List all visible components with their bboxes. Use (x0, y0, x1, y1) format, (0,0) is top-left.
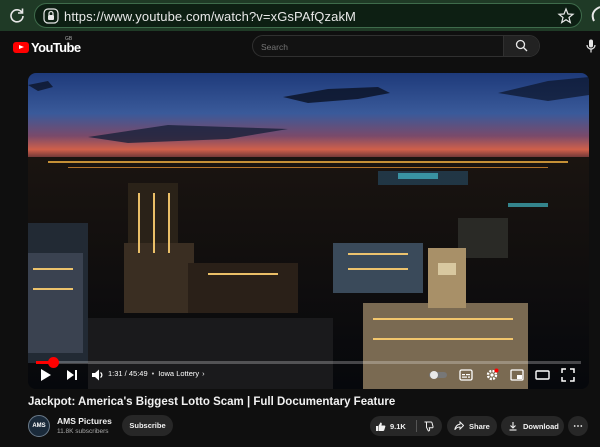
like-dislike-group: 9.1K (370, 416, 442, 436)
next-icon[interactable] (66, 367, 78, 383)
download-icon (509, 422, 517, 431)
subscribe-button[interactable]: Subscribe (122, 415, 173, 436)
progress-bar[interactable] (36, 357, 581, 368)
video-title: Jackpot: America's Biggest Lotto Scam | … (28, 396, 396, 408)
play-icon[interactable] (40, 367, 52, 383)
like-button[interactable]: 9.1K (370, 416, 416, 436)
time-display: 1:31 / 45:49 • Iowa Lottery › (108, 369, 205, 378)
download-button[interactable]: Download (501, 416, 564, 436)
share-button[interactable]: Share (447, 416, 497, 436)
theater-icon[interactable] (535, 367, 550, 383)
browser-toolbar: https://www.youtube.com/watch?v=xGsPAfQz… (0, 0, 600, 31)
search-icon (515, 39, 528, 52)
thumbs-down-icon (424, 421, 434, 432)
more-actions-button[interactable]: ⋯ (568, 416, 588, 436)
miniplayer-icon[interactable] (510, 367, 524, 383)
chapter-title[interactable]: Iowa Lottery (158, 369, 199, 378)
lock-icon[interactable] (43, 8, 59, 24)
search-button[interactable] (503, 36, 539, 56)
logo-text: YouTube (31, 40, 81, 55)
volume-icon[interactable] (91, 367, 104, 383)
subtitles-icon[interactable] (459, 367, 473, 383)
channel-avatar[interactable]: AMS (28, 415, 50, 437)
reload-icon[interactable] (8, 6, 26, 24)
autoplay-toggle[interactable] (428, 367, 448, 383)
separator-dot: • (151, 369, 155, 378)
region-code: GB (65, 36, 73, 42)
channel-name[interactable]: AMS Pictures (57, 416, 112, 426)
microphone-icon[interactable] (586, 39, 596, 53)
star-icon[interactable] (557, 7, 575, 25)
subscriber-count: 11.8K subscribers (57, 428, 109, 435)
video-player[interactable]: 1:31 / 45:49 • Iowa Lottery › (28, 73, 589, 389)
youtube-play-icon (13, 42, 29, 53)
url-text[interactable]: https://www.youtube.com/watch?v=xGsPAfQz… (64, 9, 356, 24)
settings-icon[interactable] (485, 367, 499, 383)
like-count: 9.1K (390, 421, 406, 431)
search-input[interactable] (261, 40, 461, 53)
download-label: Download (523, 421, 559, 431)
thumbs-up-icon (376, 422, 386, 431)
video-frame[interactable] (28, 73, 589, 389)
time-text: 1:31 / 45:49 (108, 369, 148, 378)
share-label: Share (469, 421, 490, 431)
chevron-right-icon[interactable]: › (202, 369, 205, 378)
fullscreen-icon[interactable] (561, 367, 575, 383)
share-icon (454, 421, 464, 431)
browser-extension-icon[interactable] (590, 6, 600, 24)
address-bar[interactable]: https://www.youtube.com/watch?v=xGsPAfQz… (34, 3, 582, 28)
youtube-logo[interactable]: YouTube GB (13, 36, 81, 55)
dislike-button[interactable] (417, 416, 442, 436)
search-box[interactable] (252, 35, 540, 57)
